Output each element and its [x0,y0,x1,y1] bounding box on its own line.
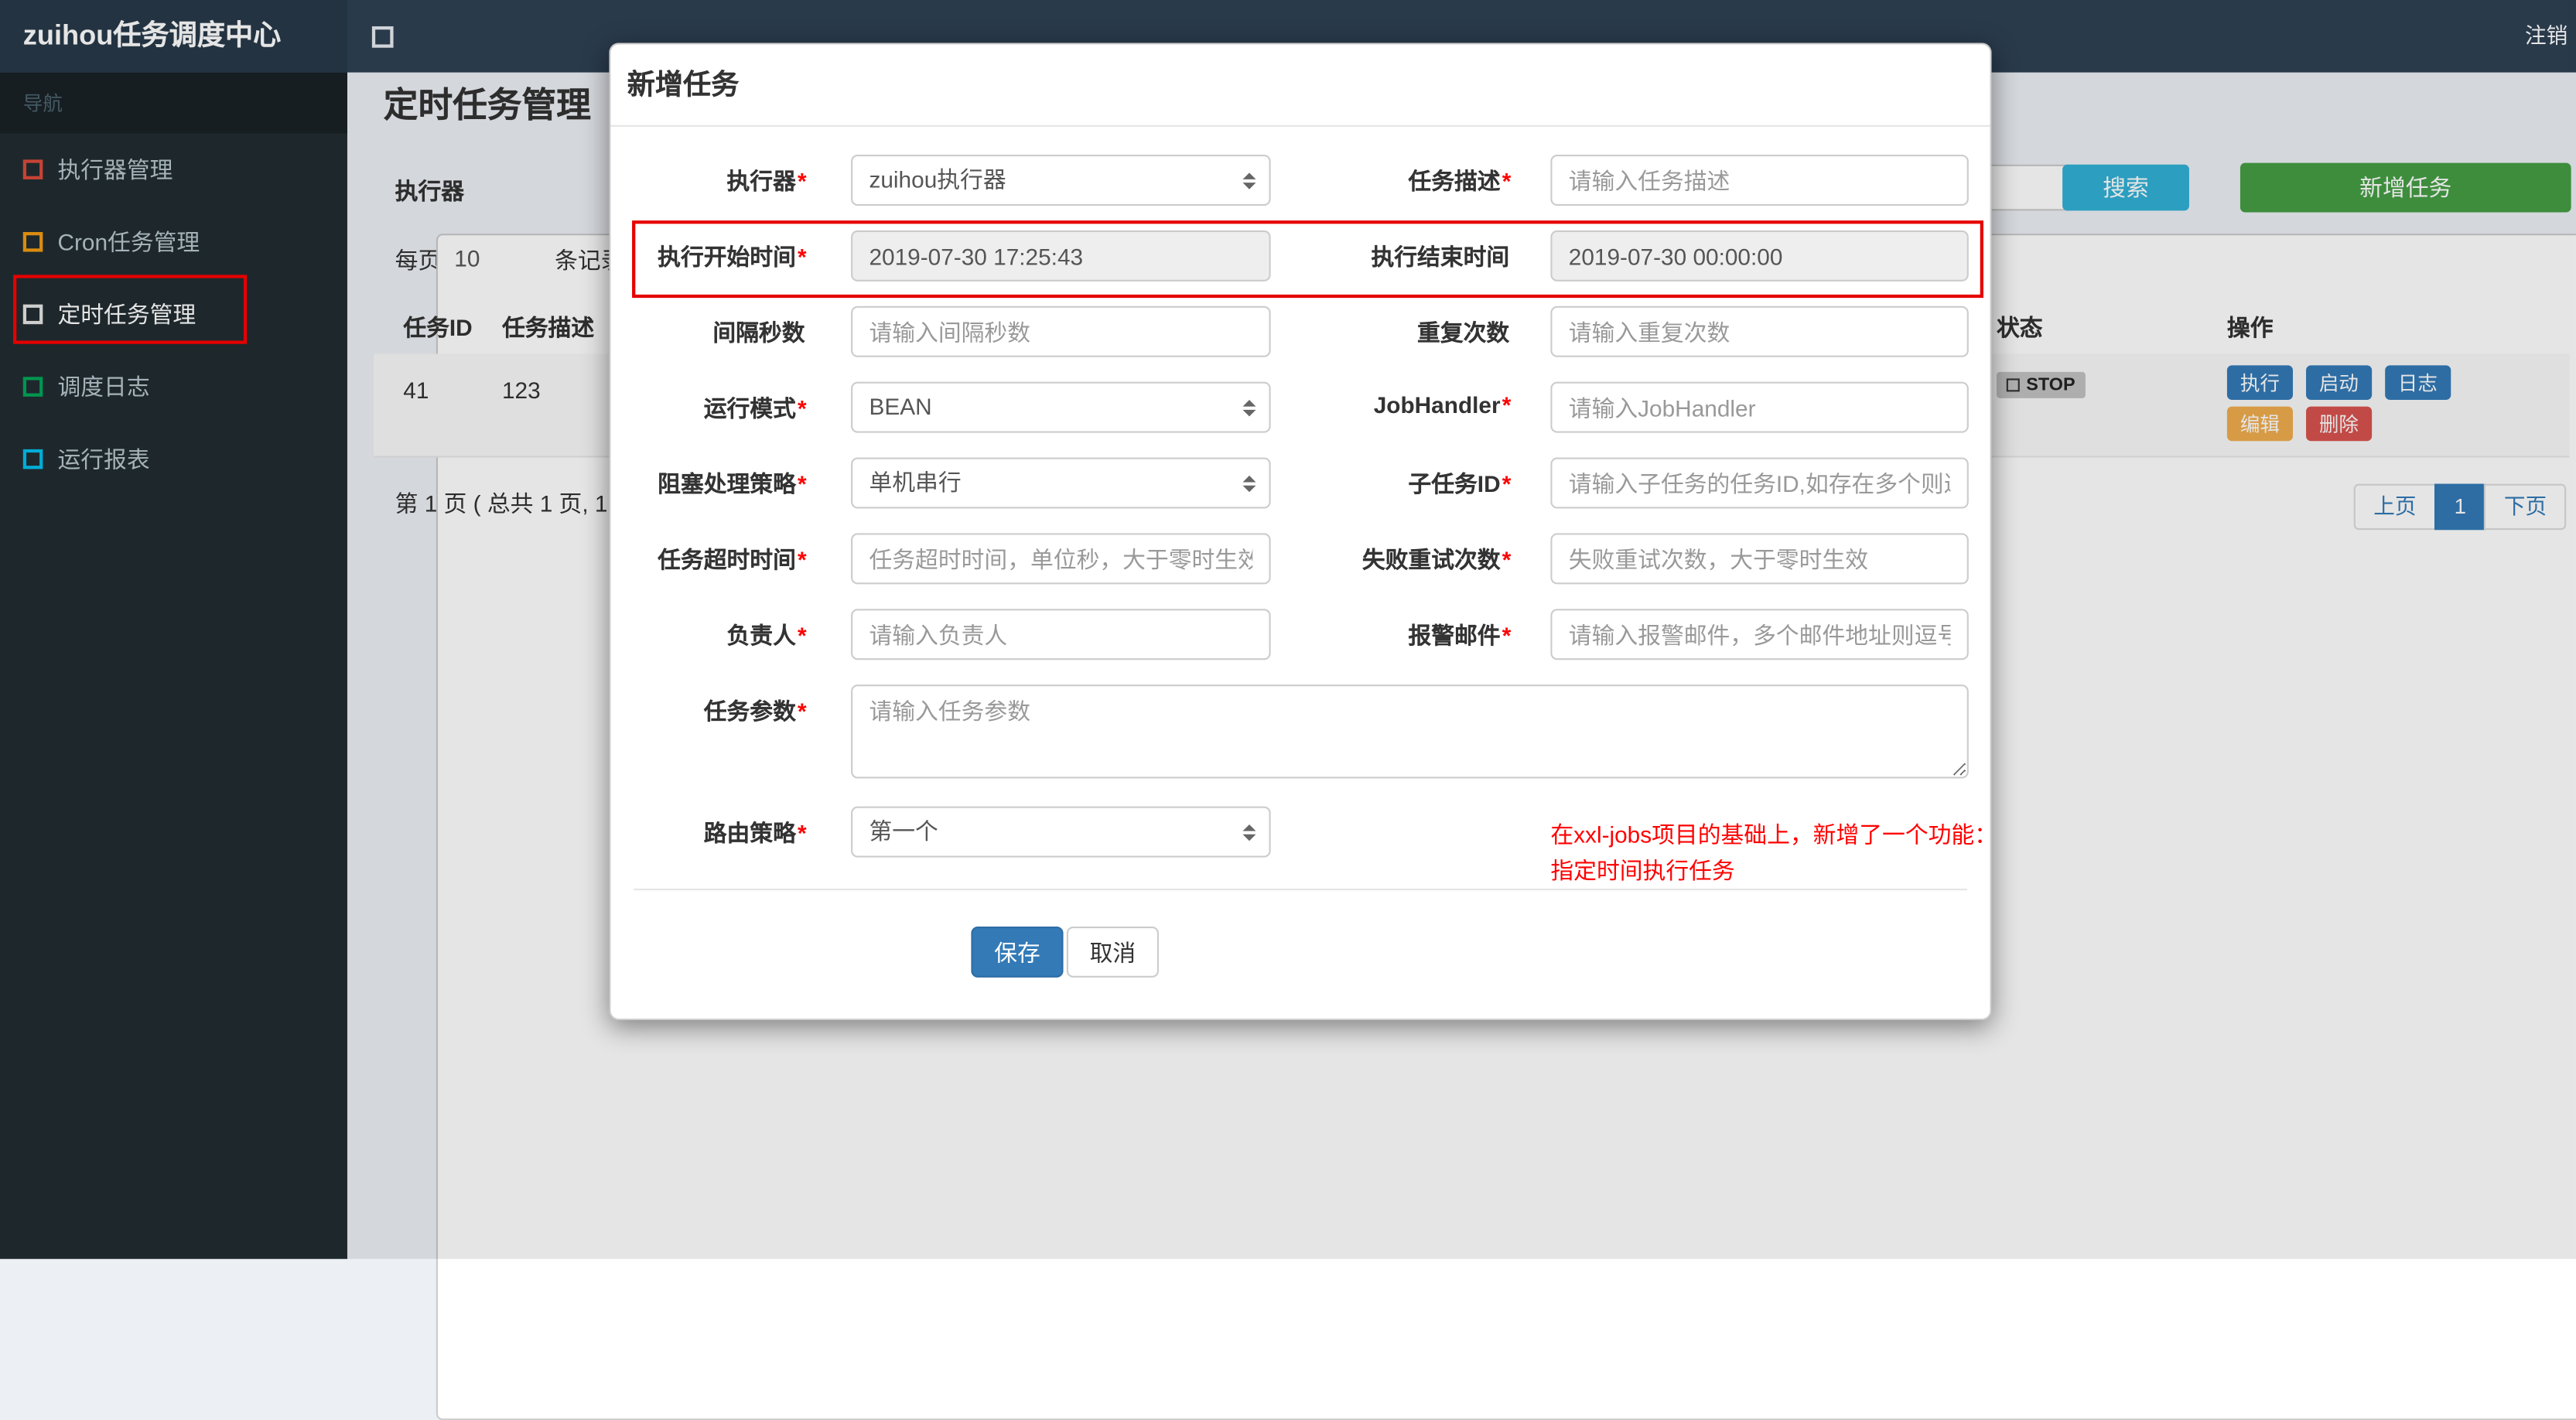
feature-note: 在xxl-jobs项目的基础上，新增了一个功能： 指定时间执行任务 [1550,816,1997,889]
route-strategy-label: 路由策略 * [703,819,807,846]
repeat-count-label: 重复次数 [1417,319,1510,346]
route-strategy-select-value: 第一个 [869,818,938,845]
job-handler-input[interactable] [1550,381,1969,433]
end-time-label: 执行结束时间 [1371,243,1510,270]
job-params-label: 任务参数 * [703,698,807,725]
add-task-modal: 新增任务 执行器* zuihou执行器 任务描述* 执行开始时间* 执行结束时间… [609,43,1997,1021]
job-desc-label: 任务描述 * [1408,168,1512,195]
add-task-form: 执行器* zuihou执行器 任务描述* 执行开始时间* 执行结束时间 间隔秒数… [610,127,1997,978]
executor-label: 执行器 * [726,168,807,195]
fail-retry-input[interactable] [1550,533,1969,585]
modal-title: 新增任务 [610,44,1990,127]
modal-footer: 保存 取消 [610,926,1990,978]
cancel-button[interactable]: 取消 [1066,926,1159,978]
alarm-email-label: 报警邮件 * [1408,622,1512,649]
select-arrows-icon [1242,823,1256,841]
fail-retry-label: 失败重试次数 * [1361,546,1512,573]
executor-select-value: zuihou执行器 [869,166,1006,193]
timeout-label: 任务超时时间 * [658,546,807,573]
end-time-input[interactable] [1550,230,1969,282]
child-job-id-label: 子任务ID * [1408,470,1512,497]
job-desc-input[interactable] [1550,155,1969,206]
owner-label: 负责人 * [726,622,807,649]
feature-note-line2: 指定时间执行任务 [1550,857,1735,884]
app-root: zuihou任务调度中心 注销 导航 执行器管理 Cron任务管理 定时任务管理… [0,0,2576,1420]
alarm-email-input[interactable] [1550,609,1969,661]
run-mode-select-value: BEAN [869,393,932,420]
save-button[interactable]: 保存 [971,926,1064,978]
route-strategy-select[interactable]: 第一个 [851,806,1271,858]
job-handler-label: JobHandler * [1373,391,1512,418]
job-params-textarea[interactable] [851,684,1969,779]
block-strategy-label: 阻塞处理策略 * [658,470,807,497]
interval-label: 间隔秒数 [712,319,805,346]
start-time-label: 执行开始时间 * [658,243,807,270]
block-strategy-select-value: 单机串行 [869,469,962,496]
repeat-count-input[interactable] [1550,306,1969,357]
child-job-id-input[interactable] [1550,457,1969,509]
run-mode-label: 运行模式 * [703,394,807,422]
modal-divider [634,889,1967,891]
feature-note-line1: 在xxl-jobs项目的基础上，新增了一个功能： [1550,821,1998,848]
